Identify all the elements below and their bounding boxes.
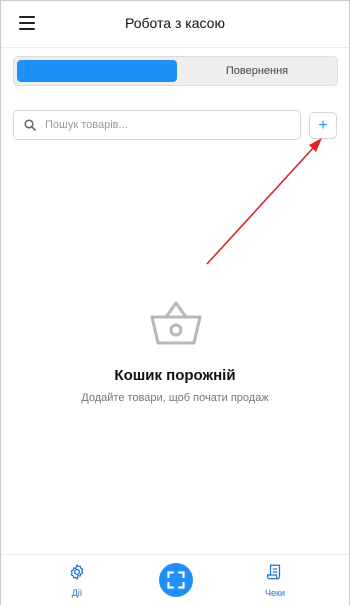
tab-sale[interactable] <box>17 60 177 82</box>
page-title: Робота з касою <box>125 15 225 31</box>
receipt-icon <box>266 564 281 580</box>
header: Робота з касою <box>1 1 349 48</box>
empty-cart-subtitle: Додайте товари, щоб почати продаж <box>81 392 269 404</box>
add-product-button[interactable]: + <box>309 112 337 139</box>
mode-tabs: Повернення <box>13 56 338 86</box>
nav-actions[interactable]: Дії <box>47 563 107 598</box>
basket-icon <box>150 301 202 345</box>
plus-icon: + <box>318 116 328 134</box>
gear-icon <box>70 564 84 580</box>
nav-receipts[interactable]: Чеки <box>245 563 305 598</box>
tab-returns[interactable]: Повернення <box>180 60 334 82</box>
nav-receipts-label: Чеки <box>265 588 285 598</box>
app-screen: Робота з касою Повернення + Кошик порожн… <box>0 0 350 605</box>
nav-actions-label: Дії <box>71 588 83 598</box>
search-icon <box>24 119 36 131</box>
scan-button[interactable] <box>159 563 193 597</box>
scan-icon <box>167 571 185 589</box>
search-input[interactable] <box>43 118 287 132</box>
bottom-navigation: Дії Чеки <box>1 554 349 605</box>
empty-cart-title: Кошик порожній <box>114 367 236 384</box>
search-box <box>13 110 301 140</box>
